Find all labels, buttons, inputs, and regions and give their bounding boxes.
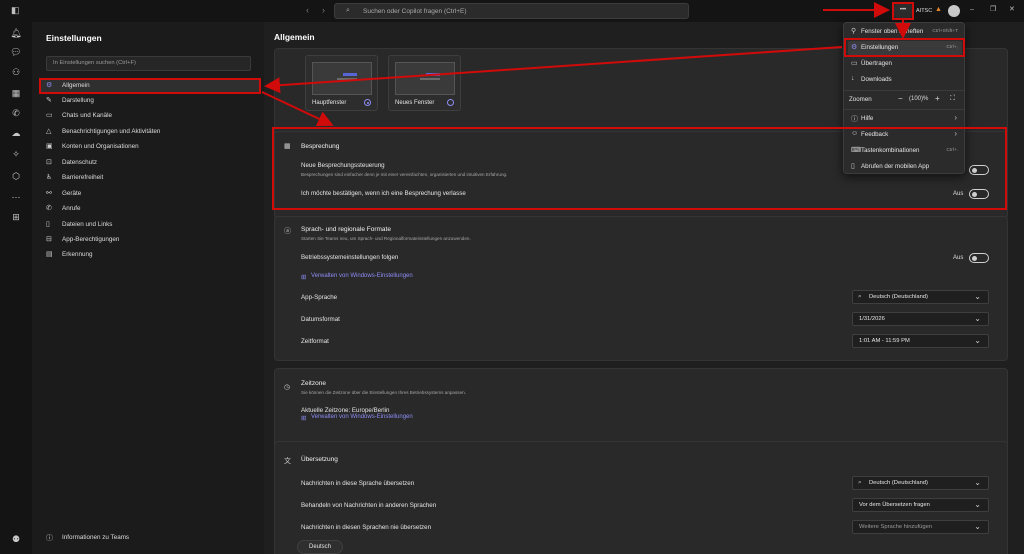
arrow-to-meeting — [261, 91, 334, 127]
arrow-to-allgemein — [264, 46, 843, 94]
annotation-arrows — [261, 2, 911, 127]
